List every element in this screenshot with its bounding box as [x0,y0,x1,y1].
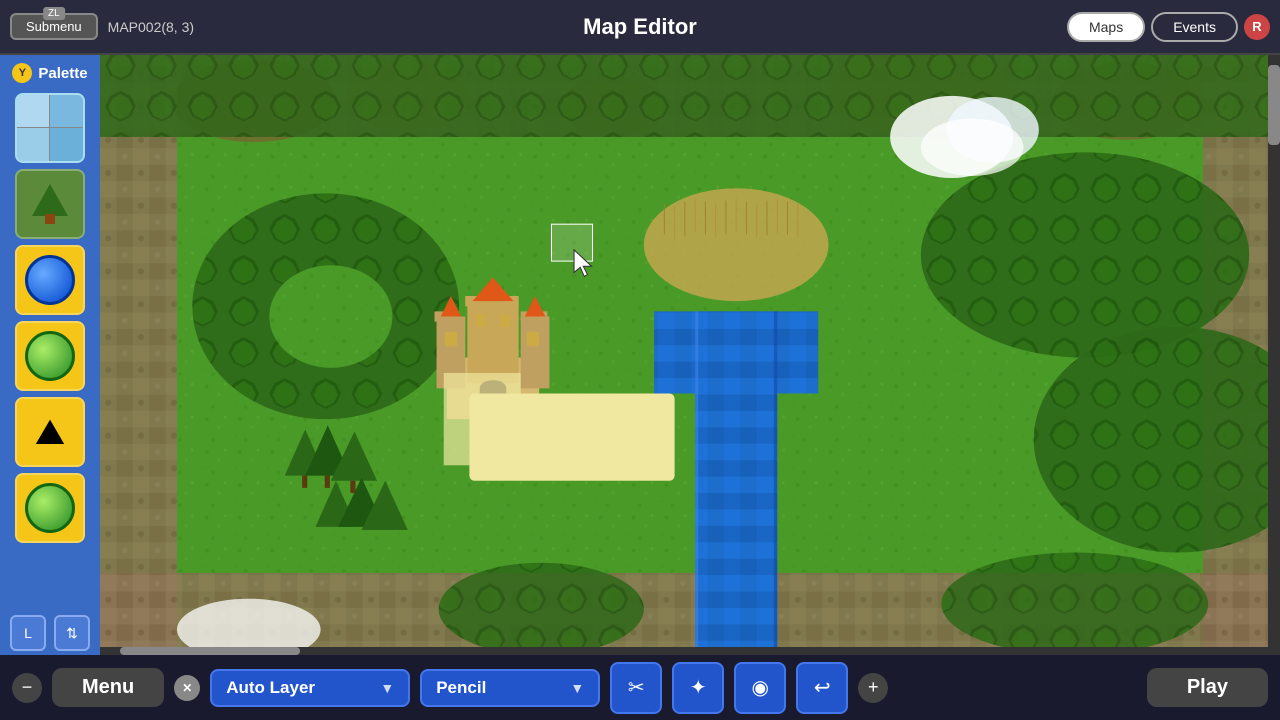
palette-swap-icon: ⇅ [66,625,78,642]
top-bar: ZL Submenu MAP002(8, 3) Map Editor Maps … [0,0,1280,55]
palette-item-blue-orb[interactable] [15,245,85,315]
play-button[interactable]: Play [1147,668,1268,707]
submenu-label: Submenu [26,19,82,34]
selection-cursor [551,224,592,261]
map-scrollbar-horizontal[interactable] [100,647,1280,655]
green-orb-icon [25,331,75,381]
tree-icon [30,184,70,224]
layer-dropdown-arrow: ▼ [380,680,394,696]
y-button-icon: Y [12,63,32,83]
palette-item-green-orb-2[interactable] [15,473,85,543]
palette-title: Palette [38,65,87,82]
tab-maps[interactable]: Maps [1067,12,1145,42]
submenu-button[interactable]: ZL Submenu [10,13,98,40]
tool-dropdown-label: Pencil [436,678,486,698]
crop-area [644,188,829,301]
tool-dropdown-arrow: ▼ [570,680,584,696]
tab-events[interactable]: Events [1151,12,1238,42]
tile-q1 [17,95,50,128]
stamp-tool-button[interactable]: ✦ [672,662,724,714]
palette-item-tree[interactable] [15,169,85,239]
tree-top [32,184,68,216]
top-bar-right: Maps Events R [1067,12,1270,42]
scrollbar-thumb-horizontal[interactable] [120,647,300,655]
tile-q3 [17,128,50,161]
submenu-badge: ZL [43,7,65,20]
minus-button[interactable]: − [12,673,42,703]
layer-dropdown[interactable]: Auto Layer ▼ [210,669,410,707]
menu-button[interactable]: Menu [52,668,164,707]
tile-q2 [50,95,83,128]
x-dismiss-button[interactable]: ✕ [174,675,200,701]
blue-orb-icon [25,255,75,305]
map-area[interactable] [100,55,1280,655]
palette-header: Y Palette [12,63,87,83]
fill-icon: ◉ [751,675,768,700]
layer-dropdown-label: Auto Layer [226,678,315,698]
map-scrollbar-vertical[interactable] [1268,55,1280,647]
plus-button[interactable]: + [858,673,888,703]
tree-trunk [45,214,55,224]
undo-button[interactable]: ↩ [796,662,848,714]
palette-item-window-tiles[interactable] [15,93,85,163]
palette-item-green-orb[interactable] [15,321,85,391]
map-canvas[interactable] [100,55,1280,655]
bottom-bar: − Menu ✕ Auto Layer ▼ Pencil ▼ ✂ ✦ ◉ ↩ +… [0,655,1280,720]
stamp-icon: ✦ [690,675,707,700]
palette-bottom-controls: L ⇅ [10,615,90,651]
eraser-icon: ✂ [628,675,645,700]
palette-swap-button[interactable]: ⇅ [54,615,90,651]
r-badge: R [1244,14,1270,40]
top-bar-left: ZL Submenu MAP002(8, 3) [10,13,194,40]
undo-icon: ↩ [814,675,831,700]
fill-tool-button[interactable]: ◉ [734,662,786,714]
scrollbar-thumb-vertical[interactable] [1268,65,1280,145]
eraser-tool-button[interactable]: ✂ [610,662,662,714]
green-orb-2-icon [25,483,75,533]
tile-q4 [50,128,83,161]
palette-item-mountain[interactable]: ⛰ [15,397,85,467]
mountain-icon: ⛰ [35,411,65,454]
palette-left-button[interactable]: L [10,615,46,651]
tool-dropdown[interactable]: Pencil ▼ [420,669,600,707]
palette-sidebar: Y Palette ⛰ L ⇅ [0,55,100,655]
palette-l-label: L [24,625,32,641]
map-coordinates: MAP002(8, 3) [108,19,194,35]
app-title: Map Editor [583,14,697,40]
